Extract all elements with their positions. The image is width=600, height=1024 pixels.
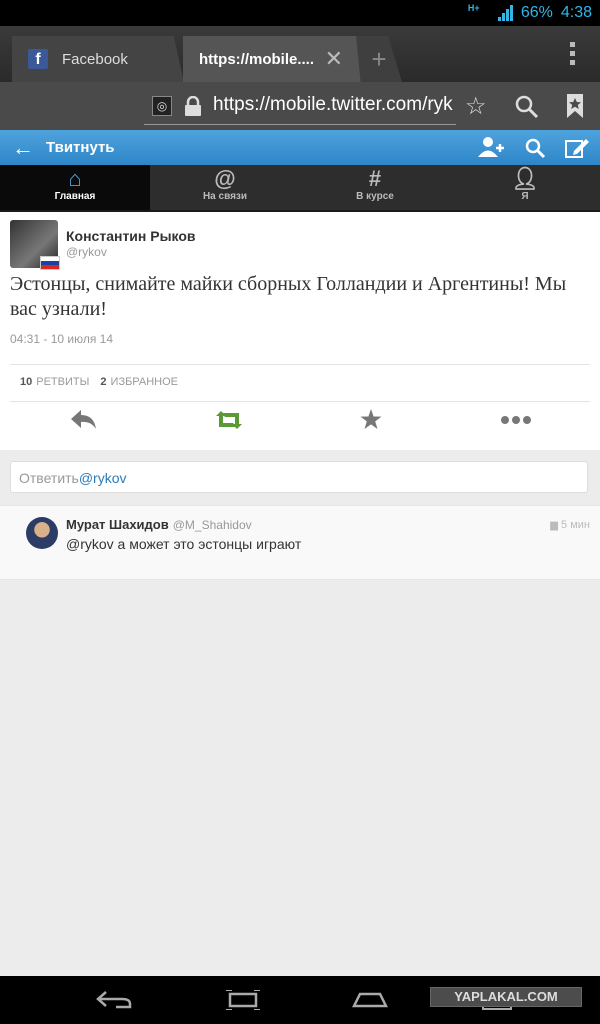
hash-icon: # [368, 166, 382, 191]
nav-home[interactable]: ⌂ Главная [0, 165, 150, 210]
recent-apps-icon[interactable] [226, 990, 260, 1010]
back-arrow-icon[interactable]: ← [12, 135, 34, 161]
reply-text: @rykov а может это эстонцы играют [66, 536, 302, 552]
header-title[interactable]: Твитнуть [46, 139, 115, 156]
tweet-actions [0, 408, 600, 438]
reply-author-name[interactable]: Мурат Шахидов [66, 517, 169, 532]
clock: 4:38 [560, 4, 592, 21]
nav-label: Я [521, 191, 529, 202]
bookmark-star-icon[interactable]: ☆ [465, 92, 487, 121]
overflow-menu-icon[interactable] [570, 42, 576, 69]
signal-icon [497, 5, 513, 21]
nav-me[interactable]: 👤︎ Я [450, 165, 600, 210]
retweet-icon[interactable] [214, 410, 244, 430]
tab-label: https://mobile.... [199, 50, 314, 68]
avatar[interactable] [26, 517, 58, 549]
new-tab-button[interactable]: + [356, 36, 402, 82]
nav-label: Главная [54, 191, 96, 202]
comment-icon: ▆ [550, 520, 558, 531]
compose-icon[interactable] [564, 136, 590, 160]
status-bar: H+ 66% 4:38 [0, 0, 600, 26]
favorite-label: ИЗБРАННОЕ [110, 376, 179, 388]
at-icon: @ [214, 166, 236, 191]
reply-tweet[interactable]: Мурат Шахидов @M_Shahidov ▆ 5 мин @rykov … [0, 505, 600, 580]
lock-icon [185, 96, 201, 116]
home-icon: ⌂ [68, 166, 82, 191]
divider [10, 364, 590, 365]
tweet-text: Эстонцы, снимайте майки сборных Голланди… [10, 273, 567, 320]
back-icon[interactable] [96, 990, 132, 1010]
search-icon[interactable] [524, 137, 546, 159]
reply-icon[interactable] [71, 410, 97, 430]
russia-flag-icon [40, 256, 60, 270]
reply-author: Мурат Шахидов @M_Shahidov [66, 517, 252, 532]
nav-connect[interactable]: @ На связи [150, 165, 300, 210]
site-info-icon[interactable]: ◎ [152, 96, 172, 116]
reply-time: ▆ 5 мин [550, 519, 590, 531]
add-user-icon[interactable] [478, 136, 506, 158]
tweet-detail: Константин Рыков @rykov Эстонцы, снимайт… [0, 212, 600, 450]
home-button-icon[interactable] [352, 992, 388, 1008]
nav-label: В курсе [356, 191, 394, 202]
twitter-header: ← Твитнуть [0, 130, 600, 165]
tab-facebook[interactable]: f Facebook [12, 36, 184, 82]
tweet-stats: 10 РЕТВИТЫ 2 ИЗБРАННОЕ [20, 376, 178, 388]
favorite-icon[interactable] [360, 409, 382, 430]
tab-label: Facebook [62, 50, 128, 68]
author-name[interactable]: Константин Рыков [66, 228, 196, 244]
reply-author-handle[interactable]: @M_Shahidov [173, 518, 252, 532]
twitter-nav: ⌂ Главная @ На связи # В курсе 👤︎ Я [0, 165, 600, 212]
url-text[interactable]: https://mobile.twitter.com/ryk [213, 94, 455, 116]
reply-time-text: 5 мин [561, 519, 590, 531]
close-tab-icon[interactable]: ✕ [325, 46, 343, 72]
nav-label: На связи [202, 191, 248, 202]
tweet-timestamp: 04:31 - 10 июля 14 [10, 332, 113, 346]
retweet-count[interactable]: 10 [20, 376, 32, 388]
reply-input[interactable]: Ответить@rykov [10, 461, 588, 493]
watermark: YAPLAKAL.COM [430, 987, 582, 1007]
user-icon: 👤︎ [511, 166, 539, 191]
retweet-label: РЕТВИТЫ [36, 376, 90, 388]
battery-level: 66% [520, 4, 553, 21]
nav-discover[interactable]: # В курсе [300, 165, 450, 210]
reply-placeholder: Ответить [19, 470, 79, 486]
network-type-icon: H+ [467, 3, 480, 13]
plus-icon: + [371, 43, 387, 74]
reply-mention: @rykov [78, 470, 127, 486]
author-handle[interactable]: @rykov [66, 245, 107, 259]
search-icon[interactable] [514, 94, 540, 120]
divider [10, 401, 590, 402]
tab-twitter[interactable]: https://mobile.... ✕ [183, 36, 373, 82]
browser-tab-strip: f Facebook https://mobile.... ✕ + [0, 26, 600, 82]
facebook-icon: f [28, 49, 48, 69]
more-icon[interactable] [500, 415, 532, 425]
favorite-count[interactable]: 2 [100, 376, 106, 388]
bookmarks-icon[interactable] [565, 94, 585, 118]
